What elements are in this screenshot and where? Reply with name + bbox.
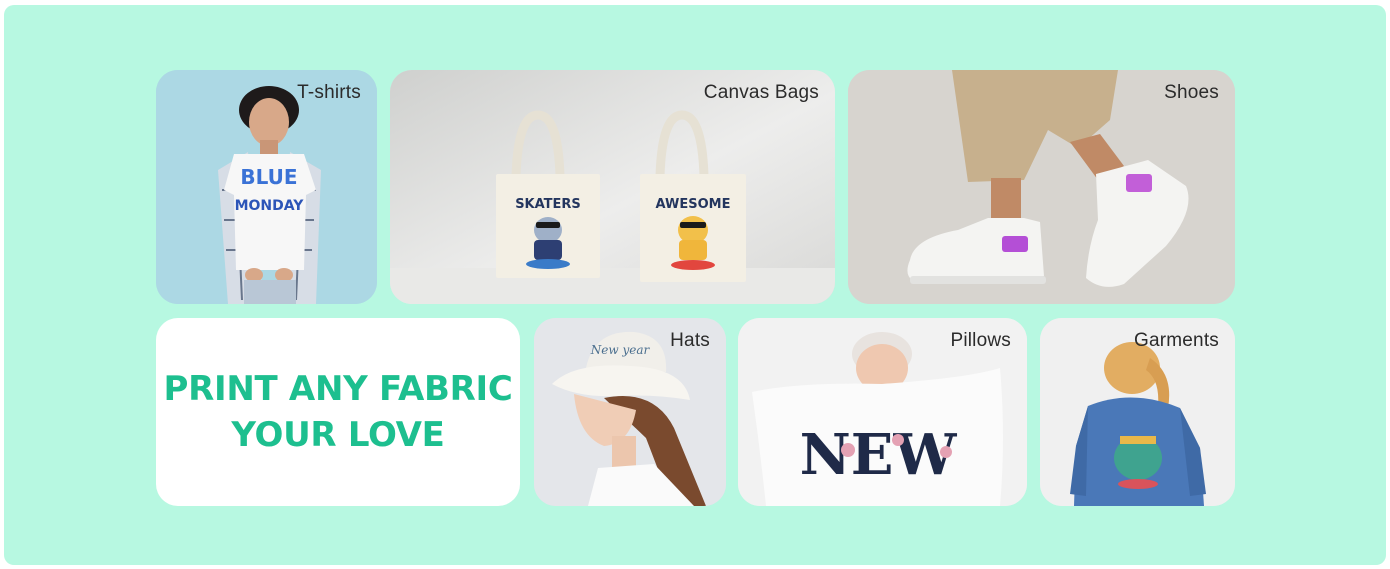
tile-label-hats: Hats bbox=[670, 330, 710, 351]
tile-label-shoes: Shoes bbox=[1164, 82, 1219, 103]
tile-label-canvas-bags: Canvas Bags bbox=[703, 82, 819, 103]
tile-tshirts[interactable]: BLUE MONDAY T-shirts bbox=[156, 70, 377, 304]
bag-print-left: SKATERS bbox=[515, 197, 581, 212]
fabric-print-banner: BLUE MONDAY T-shirts SKATERS AWESOME Can… bbox=[4, 5, 1386, 565]
canvas-bags-image: SKATERS AWESOME bbox=[390, 70, 835, 304]
hat-print: New year bbox=[590, 343, 651, 357]
tile-shoes[interactable]: Shoes bbox=[848, 70, 1235, 304]
bag-print-right: AWESOME bbox=[656, 197, 731, 212]
pillow-print: NEW bbox=[800, 422, 958, 488]
tshirt-print-line1: BLUE bbox=[240, 165, 297, 189]
tile-canvas-bags[interactable]: SKATERS AWESOME Canvas Bags bbox=[390, 70, 835, 304]
headline-card: PRINT ANY FABRIC YOUR LOVE bbox=[156, 318, 520, 506]
tile-pillows[interactable]: NEW Pillows bbox=[738, 318, 1027, 506]
tile-label-pillows: Pillows bbox=[950, 330, 1011, 351]
tile-label-tshirts: T-shirts bbox=[297, 82, 361, 103]
tile-hats[interactable]: New year Hats bbox=[534, 318, 726, 506]
tile-label-garments: Garments bbox=[1133, 330, 1219, 351]
tshirt-print-line2: MONDAY bbox=[235, 198, 305, 214]
headline-line-1: PRINT ANY FABRIC bbox=[163, 369, 513, 409]
shoes-image bbox=[848, 70, 1235, 304]
tshirt-model-image: BLUE MONDAY bbox=[156, 70, 377, 304]
headline-line-2: YOUR LOVE bbox=[231, 415, 445, 455]
tile-garments[interactable]: Garments bbox=[1040, 318, 1235, 506]
